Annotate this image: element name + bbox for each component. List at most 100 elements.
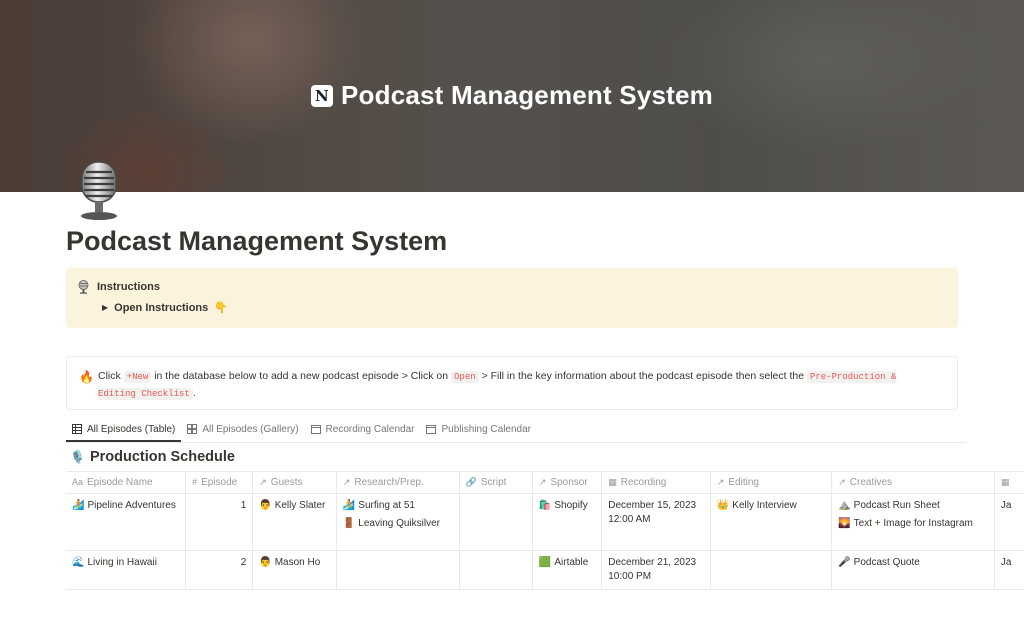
cell-editing[interactable]: 👑 Kelly Interview xyxy=(710,493,833,551)
sunrise-icon: 🌄 xyxy=(838,518,851,529)
cell-episode-number[interactable]: 2 xyxy=(185,550,254,590)
table-row[interactable]: 🌊 Living in Hawaii 2 👨 Mason Ho 🟩 Airtable … xyxy=(66,550,1024,590)
relation-arrow-icon: ↗ xyxy=(538,477,547,487)
research-label[interactable]: Leaving Quiksilver xyxy=(358,518,440,529)
tab-label[interactable]: Publishing Calendar xyxy=(441,424,531,435)
column-header-episode-name[interactable]: Aa Episode Name xyxy=(66,471,187,494)
creative-link[interactable]: 🎤 Podcast Quote xyxy=(838,556,988,570)
column-header-research[interactable]: ↗ Research/Prep. xyxy=(336,471,460,494)
table-row[interactable]: 🏄 Pipeline Adventures 1 👨 Kelly Slater 🏄 Su… xyxy=(66,493,1024,551)
column-label: Editing xyxy=(728,477,759,488)
person-icon: 👨 xyxy=(259,500,272,511)
cell-sponsor[interactable]: 🟩 Airtable xyxy=(532,550,603,590)
toggle-label[interactable]: Open Instructions xyxy=(114,302,208,314)
notion-logo-icon: N xyxy=(310,84,333,107)
cell-research[interactable] xyxy=(336,550,460,590)
tip-text-part: Click xyxy=(98,370,124,382)
guest-link[interactable]: 👨 Mason Ho xyxy=(259,556,330,570)
column-label: Research/Prep. xyxy=(354,477,424,488)
cell-sponsor[interactable]: 🛍️ Shopify xyxy=(532,493,603,551)
cell-guests[interactable]: 👨 Mason Ho xyxy=(252,550,337,590)
tab-recording-calendar[interactable]: Recording Calendar xyxy=(305,418,421,440)
microphone-icon[interactable] xyxy=(76,160,122,222)
cell-guests[interactable]: 👨 Kelly Slater xyxy=(252,493,337,551)
cell-script[interactable] xyxy=(459,493,533,551)
cell-creatives[interactable]: ⛰️ Podcast Run Sheet 🌄 Text + Image for In… xyxy=(831,493,995,551)
shopping-bag-icon: 🛍️ xyxy=(538,500,552,511)
sponsor-link[interactable]: 🟩 Airtable xyxy=(539,556,595,570)
door-icon: 🚪 xyxy=(342,518,356,529)
link-icon: 🔗 xyxy=(465,477,477,487)
page-title: Podcast Management System xyxy=(66,226,448,256)
episode-name-text[interactable]: Pipeline Adventures xyxy=(87,500,175,511)
page-cover[interactable]: N Podcast Management System xyxy=(0,0,1024,192)
column-header-sponsor[interactable]: ↗ Sponsor xyxy=(532,471,603,494)
cell-recording[interactable]: December 15, 2023 12:00 AM xyxy=(601,493,711,551)
editing-link[interactable]: 👑 Kelly Interview xyxy=(717,499,825,513)
cell-editing[interactable] xyxy=(710,550,833,590)
toggle-triangle-icon[interactable]: ▶ xyxy=(102,303,108,312)
tab-label[interactable]: All Episodes (Table) xyxy=(87,424,175,435)
database-title[interactable]: 🎙️ Production Schedule xyxy=(70,449,235,465)
column-header-publishing[interactable]: ▦ xyxy=(994,471,1024,494)
tab-all-episodes-table[interactable]: All Episodes (Table) xyxy=(66,418,182,442)
research-link[interactable]: 🚪 Leaving Quiksilver xyxy=(343,517,453,531)
column-label: Script xyxy=(480,477,507,488)
cell-creatives[interactable]: 🎤 Podcast Quote xyxy=(831,550,995,590)
creative-label[interactable]: Podcast Quote xyxy=(854,557,920,568)
cell-publishing[interactable]: Ja xyxy=(994,493,1024,551)
cover-title-text: Podcast Management System xyxy=(340,80,713,110)
calendar-icon: ▦ xyxy=(608,477,617,487)
creative-label[interactable]: Text + Image for Instagram xyxy=(854,518,973,529)
tab-label[interactable]: Recording Calendar xyxy=(326,424,415,435)
column-header-creatives[interactable]: ↗ Creatives xyxy=(831,471,995,494)
column-header-editing[interactable]: ↗ Editing xyxy=(710,471,833,494)
microphone-icon: 🎙️ xyxy=(70,450,85,464)
column-header-script[interactable]: 🔗 Script xyxy=(459,471,533,494)
research-link[interactable]: 🏄 Surfing at 51 xyxy=(343,499,453,513)
surfer-icon: 🏄 xyxy=(72,500,85,511)
creative-link[interactable]: 🌄 Text + Image for Instagram xyxy=(838,517,988,531)
cell-research[interactable]: 🏄 Surfing at 51 🚪 Leaving Quiksilver xyxy=(336,493,460,551)
database-view-tabs: All Episodes (Table) All Episodes (Galle… xyxy=(66,418,966,443)
creative-label[interactable]: Podcast Run Sheet xyxy=(854,500,940,511)
cover-title: N Podcast Management System xyxy=(0,80,1024,111)
wave-icon: 🌊 xyxy=(72,557,85,568)
relation-arrow-icon: ↗ xyxy=(716,477,725,487)
cell-episode-name[interactable]: 🌊 Living in Hawaii xyxy=(66,550,187,590)
column-label: Recording xyxy=(620,477,667,488)
column-header-episode[interactable]: # Episode xyxy=(185,471,254,494)
episode-name-text[interactable]: Living in Hawaii xyxy=(87,557,156,568)
sponsor-link[interactable]: 🛍️ Shopify xyxy=(539,499,595,513)
research-label[interactable]: Surfing at 51 xyxy=(358,500,415,511)
editing-label[interactable]: Kelly Interview xyxy=(732,500,796,511)
fire-icon: 🔥 xyxy=(79,370,94,384)
tab-label[interactable]: All Episodes (Gallery) xyxy=(202,424,298,435)
tip-text-part: . xyxy=(192,387,196,399)
guest-name[interactable]: Kelly Slater xyxy=(275,500,326,511)
mountain-icon: ⛰️ xyxy=(838,500,851,511)
tip-text-part: > Fill in the key information about the … xyxy=(478,370,807,382)
creative-link[interactable]: ⛰️ Podcast Run Sheet xyxy=(838,499,988,513)
cell-recording[interactable]: December 21, 2023 10:00 PM xyxy=(601,550,711,590)
production-schedule-table: Aa Episode Name # Episode ↗ Guests ↗ Researc… xyxy=(66,471,1024,590)
cell-script[interactable] xyxy=(459,550,533,590)
tip-text-part: in the database below to add a new podca… xyxy=(151,370,452,382)
tip-callout: 🔥 Click +New in the database below to ad… xyxy=(66,356,958,410)
column-header-guests[interactable]: ↗ Guests xyxy=(252,471,337,494)
open-instructions-toggle[interactable]: ▶ Open Instructions 👇 xyxy=(102,301,228,315)
guest-name[interactable]: Mason Ho xyxy=(275,557,321,568)
microphone-icon xyxy=(78,280,89,294)
cell-episode-name[interactable]: 🏄 Pipeline Adventures xyxy=(66,493,187,551)
tab-all-episodes-gallery[interactable]: All Episodes (Gallery) xyxy=(181,418,304,440)
calendar-icon: ▦ xyxy=(1000,477,1010,487)
cell-episode-number[interactable]: 1 xyxy=(185,493,254,551)
cell-publishing[interactable]: Ja xyxy=(994,550,1024,590)
tip-text: Click +New in the database below to add … xyxy=(98,368,938,402)
database-title-text: Production Schedule xyxy=(89,449,235,465)
column-header-recording[interactable]: ▦ Recording xyxy=(601,471,711,494)
sponsor-name[interactable]: Airtable xyxy=(554,557,588,568)
tab-publishing-calendar[interactable]: Publishing Calendar xyxy=(420,418,537,440)
guest-link[interactable]: 👨 Kelly Slater xyxy=(259,499,330,513)
sponsor-name[interactable]: Shopify xyxy=(554,500,587,511)
